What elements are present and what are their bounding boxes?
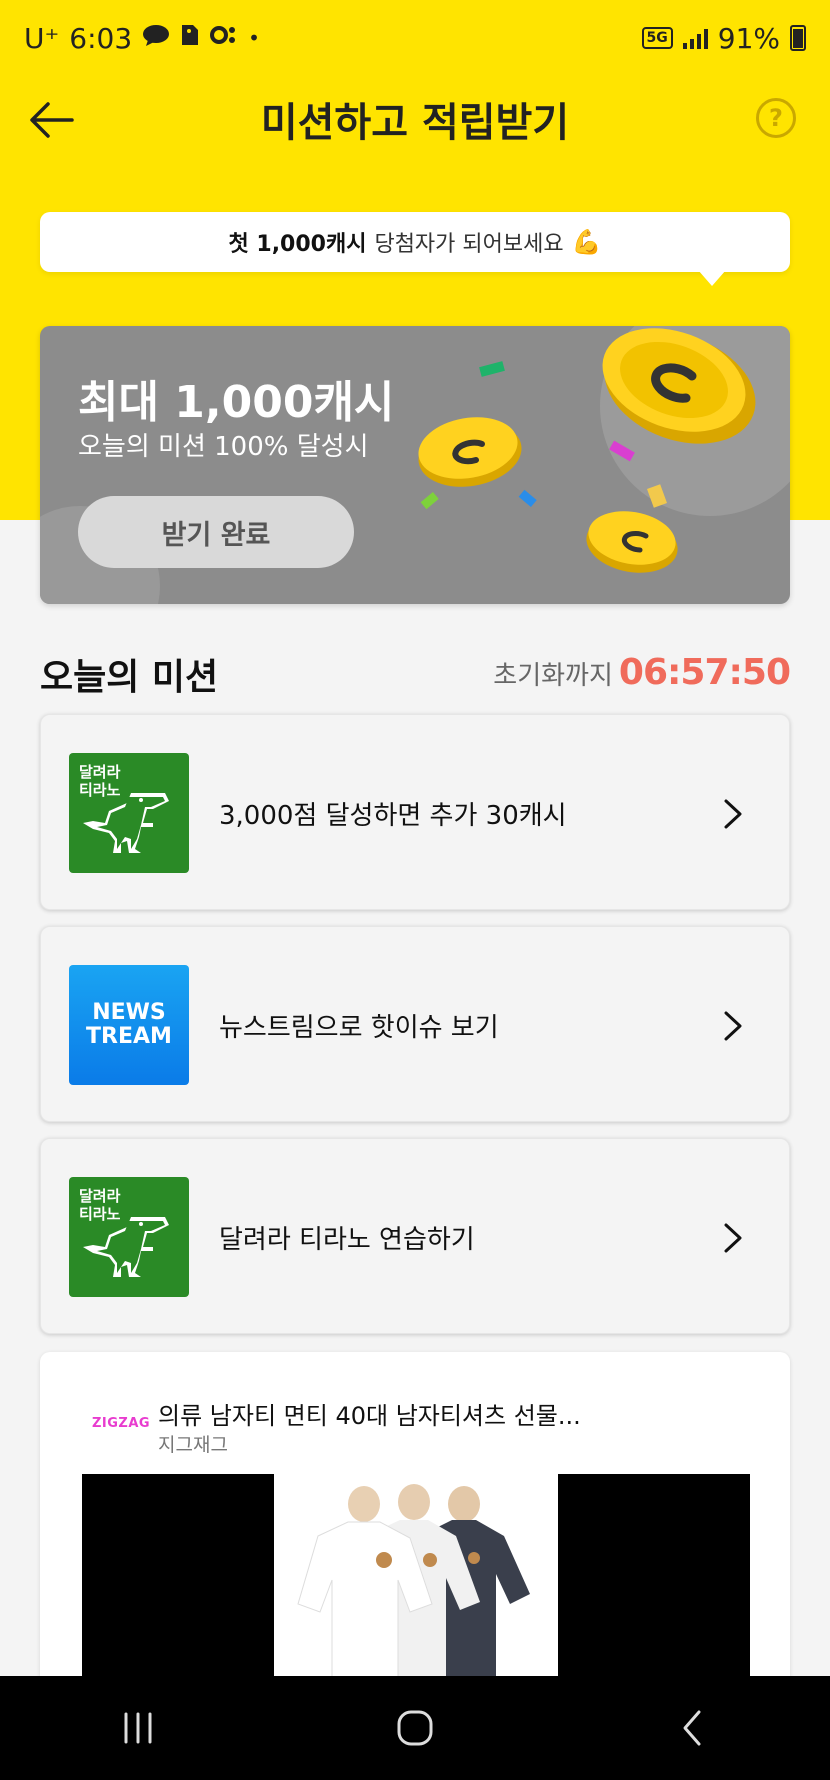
promo-title: 최대 1,000캐시 (78, 377, 395, 428)
battery-percent: 91% (717, 21, 780, 55)
ad-title: 의류 남자티 면티 40대 남자티셔츠 선물... (158, 1402, 581, 1430)
muscle-emoji-icon: 💪 (571, 228, 602, 256)
ad-product-image[interactable] (82, 1474, 750, 1682)
tooltip-tail (698, 270, 726, 286)
oo-icon (210, 23, 238, 54)
reset-time: 06:57:50 (618, 652, 791, 693)
talk-icon (142, 23, 170, 54)
status-bar: U⁺ 6:03 • 5G 91% (0, 0, 830, 76)
reset-label: 초기화까지 (493, 661, 613, 691)
ad-card[interactable]: ZIGZAG 의류 남자티 면티 40대 남자티셔츠 선물... 지그재그 (40, 1352, 790, 1682)
thumb-line1: NEWS (92, 1000, 166, 1025)
tyrano-game-icon: 달려라 티라노 (69, 1177, 189, 1297)
tshirt-image (274, 1474, 558, 1682)
coins-illustration (418, 326, 790, 573)
carrier-label: U⁺ (24, 21, 60, 55)
tyrano-game-icon: 달려라 티라노 (69, 753, 189, 873)
claim-complete-button[interactable]: 받기 완료 (78, 496, 354, 568)
promo-card: 최대 1,000캐시 오늘의 미션 100% 달성시 받기 완료 (40, 326, 790, 604)
network-badge: 5G (641, 27, 673, 49)
zigzag-logo: ZIGZAG (92, 1416, 151, 1431)
chevron-right-icon (724, 1011, 742, 1041)
reset-timer: 초기화까지 06:57:50 (493, 652, 791, 693)
ad-brand: 지그재그 (158, 1434, 228, 1456)
recent-apps-icon[interactable] (108, 1698, 168, 1758)
mission-card[interactable]: 달려라 티라노 달려라 티라노 연습하기 (40, 1138, 790, 1334)
thumb-line2: TREAM (86, 1024, 172, 1049)
signal-icon (682, 27, 708, 49)
sim-icon (180, 23, 200, 54)
battery-icon (790, 25, 806, 51)
dot-icon: • (248, 26, 260, 50)
tooltip-bold: 첫 1,000캐시 (228, 232, 367, 257)
clock: 6:03 (69, 21, 133, 55)
home-icon[interactable] (385, 1698, 445, 1758)
back-nav-icon[interactable] (662, 1698, 722, 1758)
section-title: 오늘의 미션 (40, 657, 219, 698)
mission-label: 3,000점 달성하면 추가 30캐시 (219, 800, 567, 831)
mission-label: 뉴스트림으로 핫이슈 보기 (219, 1012, 499, 1043)
mission-card[interactable]: NEWS TREAM 뉴스트림으로 핫이슈 보기 (40, 926, 790, 1122)
newstream-icon: NEWS TREAM (69, 965, 189, 1085)
system-nav-bar (0, 1676, 830, 1780)
chevron-right-icon (724, 1223, 742, 1253)
page-title: 미션하고 적립받기 (260, 100, 570, 146)
mission-label: 달려라 티라노 연습하기 (219, 1224, 475, 1255)
mission-card[interactable]: 달려라 티라노 3,000점 달성하면 추가 30캐시 (40, 714, 790, 910)
app-header: 미션하고 적립받기 ? (0, 80, 830, 156)
promo-tooltip: 첫 1,000캐시 당첨자가 되어보세요 💪 (40, 212, 790, 286)
promo-subtitle: 오늘의 미션 100% 달성시 (78, 432, 369, 462)
help-icon[interactable]: ? (756, 98, 796, 138)
chevron-right-icon (724, 799, 742, 829)
tooltip-text: 당첨자가 되어보세요 (374, 232, 564, 257)
